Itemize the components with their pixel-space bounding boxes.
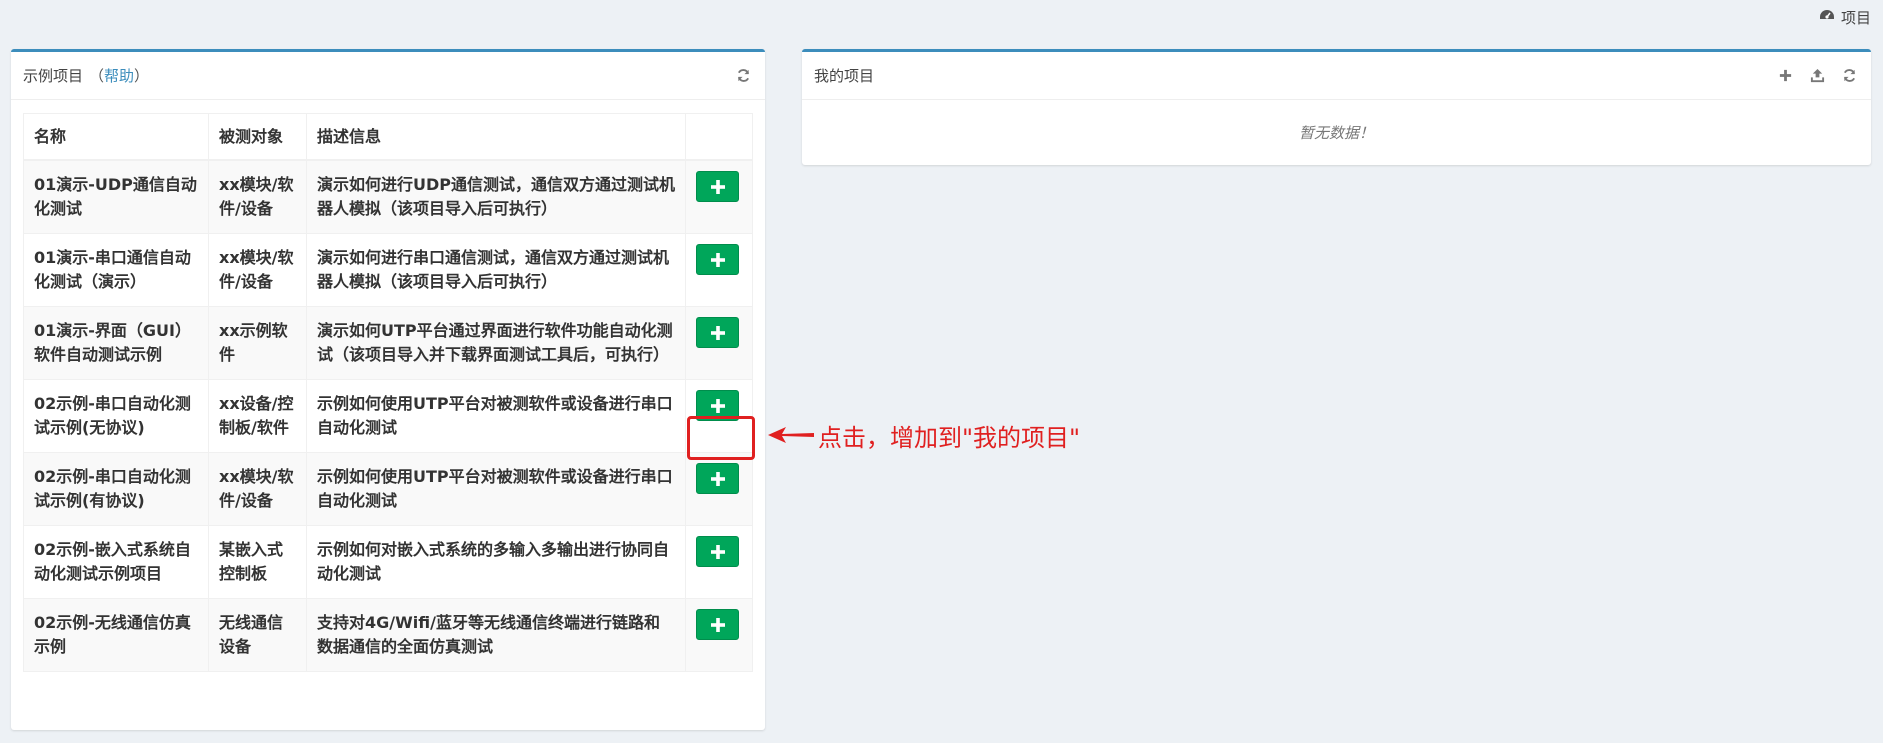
project-name: 01演示-界面（GUI）软件自动测试示例 [23, 306, 209, 380]
topbar-projects[interactable]: 项目 [1819, 6, 1871, 28]
add-project-button[interactable] [696, 390, 739, 421]
upload-icon [1810, 68, 1824, 83]
paren-open: （ [89, 67, 105, 85]
project-target: 无线通信设备 [208, 598, 307, 672]
dashboard-icon [1819, 8, 1835, 26]
arrow-left-icon [768, 427, 814, 443]
example-projects-table: 名称 被测对象 描述信息 01演示-UDP通信自动化测试 xx模块/软件/设备 … [23, 113, 753, 672]
project-description: 示例如何对嵌入式系统的多输入多输出进行协同自动化测试 [306, 525, 686, 599]
add-project-button[interactable] [696, 244, 739, 275]
column-header-action [685, 113, 753, 161]
panel-title: 我的项目 [814, 67, 875, 85]
column-header-description: 描述信息 [306, 113, 686, 161]
empty-state-text: 暂无数据！ [1298, 124, 1374, 142]
plus-icon [1779, 69, 1791, 82]
add-project-button[interactable] [696, 317, 739, 348]
help-link[interactable]: 帮助 [104, 65, 134, 86]
project-description: 示例如何使用UTP平台对被测软件或设备进行串口自动化测试 [306, 379, 686, 453]
plus-icon [710, 325, 725, 340]
plus-icon [710, 398, 725, 413]
project-name: 01演示-UDP通信自动化测试 [23, 159, 209, 234]
table-row: 02示例-串口自动化测试示例(有协议) xx模块/软件/设备 示例如何使用UTP… [23, 452, 753, 526]
table-row: 01演示-界面（GUI）软件自动测试示例 xx示例软件 演示如何UTP平台通过界… [23, 306, 753, 380]
refresh-icon [1843, 69, 1855, 82]
project-name: 01演示-串口通信自动化测试（演示） [23, 233, 209, 307]
project-target: xx模块/软件/设备 [208, 452, 307, 526]
example-projects-header: 示例项目 （ 帮助 ） [11, 52, 765, 100]
plus-icon [710, 471, 725, 486]
refresh-button[interactable] [1839, 66, 1859, 86]
project-name: 02示例-串口自动化测试示例(有协议) [23, 452, 209, 526]
project-description: 示例如何使用UTP平台对被测软件或设备进行串口自动化测试 [306, 452, 686, 526]
table-row: 02示例-串口自动化测试示例(无协议) xx设备/控制板/软件 示例如何使用UT… [23, 379, 753, 453]
upload-button[interactable] [1807, 66, 1827, 86]
table-row: 02示例-嵌入式系统自动化测试示例项目 某嵌入式控制板 示例如何对嵌入式系统的多… [23, 525, 753, 599]
topbar-projects-label: 项目 [1840, 8, 1871, 27]
project-target: xx模块/软件/设备 [208, 233, 307, 307]
project-description: 支持对4G/Wifi/蓝牙等无线通信终端进行链路和数据通信的全面仿真测试 [306, 598, 686, 672]
column-header-target: 被测对象 [208, 113, 307, 161]
table-header-row: 名称 被测对象 描述信息 [23, 113, 753, 161]
table-row: 01演示-串口通信自动化测试（演示） xx模块/软件/设备 演示如何进行串口通信… [23, 233, 753, 307]
add-button[interactable] [1775, 66, 1795, 86]
example-projects-panel: 示例项目 （ 帮助 ） 名称 被测对象 描述信息 01演示-UDP通信自动化测试… [11, 49, 765, 730]
paren-close: ） [134, 67, 150, 85]
project-description: 演示如何进行UDP通信测试，通信双方通过测试机器人模拟（该项目导入后可执行） [306, 159, 686, 234]
refresh-button[interactable] [733, 66, 753, 86]
project-target: 某嵌入式控制板 [208, 525, 307, 599]
table-row: 01演示-UDP通信自动化测试 xx模块/软件/设备 演示如何进行UDP通信测试… [23, 159, 753, 234]
table-row: 02示例-无线通信仿真示例 无线通信设备 支持对4G/Wifi/蓝牙等无线通信终… [23, 598, 753, 672]
refresh-icon [737, 69, 749, 82]
panel-title: 示例项目 [23, 67, 84, 85]
project-target: xx模块/软件/设备 [208, 159, 307, 234]
my-projects-header: 我的项目 [802, 52, 1871, 100]
plus-icon [710, 617, 725, 632]
add-project-button[interactable] [696, 463, 739, 494]
plus-icon [710, 179, 725, 194]
add-project-button[interactable] [696, 536, 739, 567]
project-description: 演示如何进行串口通信测试，通信双方通过测试机器人模拟（该项目导入后可执行） [306, 233, 686, 307]
column-header-name: 名称 [23, 113, 209, 161]
plus-icon [710, 544, 725, 559]
project-name: 02示例-无线通信仿真示例 [23, 598, 209, 672]
plus-icon [710, 252, 725, 267]
annotation-text: 点击，增加到"我的项目" [818, 424, 1081, 452]
add-project-button[interactable] [696, 609, 739, 640]
project-target: xx设备/控制板/软件 [208, 379, 307, 453]
project-name: 02示例-串口自动化测试示例(无协议) [23, 379, 209, 453]
project-name: 02示例-嵌入式系统自动化测试示例项目 [23, 525, 209, 599]
project-description: 演示如何UTP平台通过界面进行软件功能自动化测试（该项目导入并下载界面测试工具后… [306, 306, 686, 380]
my-projects-panel: 我的项目 暂无数据！ [802, 49, 1871, 165]
project-target: xx示例软件 [208, 306, 307, 380]
add-project-button[interactable] [696, 171, 739, 202]
